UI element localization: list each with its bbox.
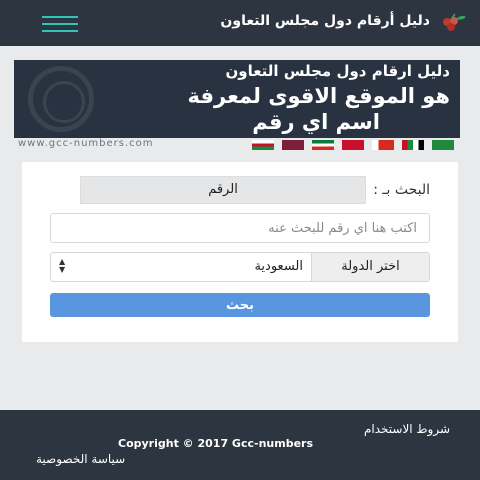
search-button[interactable]: بحث bbox=[50, 293, 430, 317]
search-input[interactable] bbox=[50, 213, 430, 243]
copyright-text: Copyright © 2017 Gcc-numbers bbox=[118, 437, 314, 450]
country-label: اختر الدولة bbox=[311, 253, 429, 281]
search-card: البحث بـ : الرقم اختر الدولة السعودية ▲▼… bbox=[22, 162, 458, 342]
select-arrows-icon: ▲ ▼ bbox=[59, 257, 66, 274]
top-navbar: دليل أرقام دول مجلس التعاون bbox=[0, 0, 480, 46]
page-footer: شروط الاستخدام Copyright © 2017 Gcc-numb… bbox=[0, 410, 480, 480]
banner-tagline-2: اسم اي رقم bbox=[252, 110, 380, 134]
flag-icon bbox=[372, 140, 394, 150]
banner-headline: دليل ارقام دول مجلس التعاون bbox=[225, 62, 450, 80]
flag-icon bbox=[342, 140, 364, 150]
search-by-field[interactable]: الرقم bbox=[80, 176, 366, 204]
gcc-emblem-icon bbox=[28, 66, 94, 132]
hero-banner: دليل ارقام دول مجلس التعاون هو الموقع ال… bbox=[14, 60, 460, 138]
site-title[interactable]: دليل أرقام دول مجلس التعاون bbox=[220, 13, 430, 29]
flag-icon bbox=[402, 140, 424, 150]
flag-icon bbox=[252, 140, 274, 150]
country-select-value: السعودية bbox=[254, 259, 303, 274]
search-by-label: البحث بـ : bbox=[373, 182, 430, 198]
terms-of-use-link[interactable]: شروط الاستخدام bbox=[364, 422, 450, 436]
flag-icon bbox=[432, 140, 454, 150]
country-select[interactable]: السعودية ▲ ▼ bbox=[51, 253, 313, 281]
grape-icon bbox=[443, 13, 466, 31]
flag-icon bbox=[312, 140, 334, 150]
country-select-group: اختر الدولة السعودية ▲ ▼ bbox=[50, 252, 430, 282]
hamburger-menu-icon[interactable] bbox=[42, 14, 78, 34]
site-url: www.gcc-numbers.com bbox=[18, 138, 154, 149]
banner-footer-strip: www.gcc-numbers.com bbox=[14, 138, 460, 152]
banner-tagline: هو الموقع الاقوى لمعرفة bbox=[187, 84, 450, 108]
privacy-policy-link[interactable]: سياسة الخصوصية bbox=[36, 452, 125, 466]
flag-icon bbox=[282, 140, 304, 150]
